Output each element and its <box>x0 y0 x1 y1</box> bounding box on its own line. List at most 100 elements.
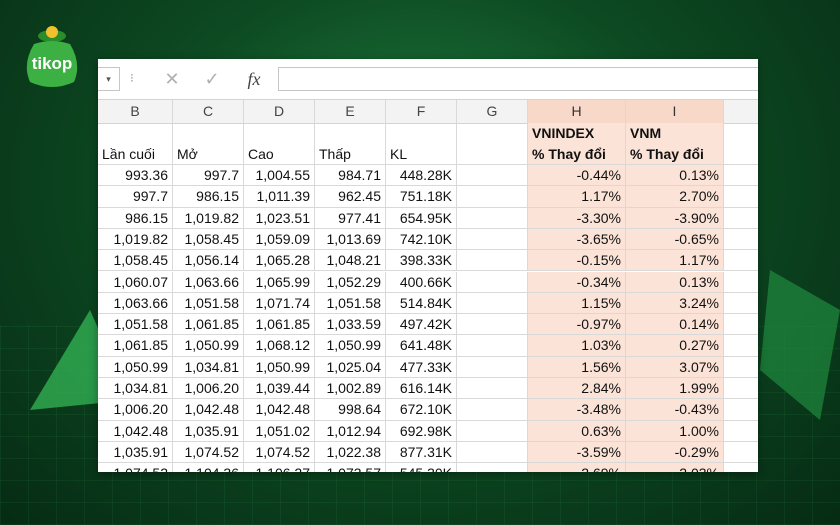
cell-c[interactable]: 1,051.58 <box>173 292 244 314</box>
cell-c[interactable]: 1,058.45 <box>173 228 244 250</box>
cell-i[interactable]: -0.29% <box>626 441 724 463</box>
cell-g[interactable] <box>457 271 528 292</box>
cell-h[interactable]: -3.65% <box>528 228 626 250</box>
cell-g[interactable] <box>457 463 528 472</box>
header-cell-g[interactable] <box>457 123 528 164</box>
cell-i[interactable]: 2.70% <box>626 186 724 207</box>
header-cell-f[interactable]: KL <box>386 123 457 164</box>
cell-g[interactable] <box>457 292 528 314</box>
cell-e[interactable]: 1,052.29 <box>315 271 386 292</box>
cell-d[interactable]: 1,065.99 <box>244 271 315 292</box>
cell-g[interactable] <box>457 250 528 271</box>
column-header-c[interactable]: C <box>173 100 244 123</box>
cell-d[interactable]: 1,039.44 <box>244 378 315 399</box>
cell-i[interactable]: -0.65% <box>626 228 724 250</box>
cell-i[interactable]: 0.13% <box>626 165 724 186</box>
cell-e[interactable]: 1,033.59 <box>315 314 386 335</box>
cell-g[interactable] <box>457 186 528 207</box>
cell-h[interactable]: -0.44% <box>528 165 626 186</box>
cell-g[interactable] <box>457 441 528 463</box>
cell-i[interactable]: 1.17% <box>626 250 724 271</box>
cell-f[interactable]: 654.95K <box>386 207 457 228</box>
header-cell-c[interactable]: Mở <box>173 123 244 164</box>
cell-i[interactable]: -2.03% <box>626 463 724 472</box>
cell-i[interactable]: -3.90% <box>626 207 724 228</box>
cell-g[interactable] <box>457 378 528 399</box>
formula-input[interactable] <box>278 67 758 91</box>
cell-c[interactable]: 1,035.91 <box>173 420 244 441</box>
cell-i[interactable]: 0.27% <box>626 335 724 356</box>
cell-d[interactable]: 1,050.99 <box>244 356 315 377</box>
cell-c[interactable]: 1,063.66 <box>173 271 244 292</box>
cell-i[interactable]: 1.99% <box>626 378 724 399</box>
column-header-g[interactable]: G <box>457 100 528 123</box>
header-cell-h[interactable]: VNINDEX % Thay đổi <box>528 123 626 164</box>
column-header-f[interactable]: F <box>386 100 457 123</box>
cell-e[interactable]: 1,051.58 <box>315 292 386 314</box>
cell-g[interactable] <box>457 356 528 377</box>
cell-c[interactable]: 1,006.20 <box>173 378 244 399</box>
cell-f[interactable]: 616.14K <box>386 378 457 399</box>
cell-f[interactable]: 477.33K <box>386 356 457 377</box>
cell-d[interactable]: 1,023.51 <box>244 207 315 228</box>
cell-i[interactable]: 3.07% <box>626 356 724 377</box>
cell-e[interactable]: 962.45 <box>315 186 386 207</box>
cell-b[interactable]: 1,019.82 <box>98 228 173 250</box>
cell-i[interactable]: 1.00% <box>626 420 724 441</box>
cell-d[interactable]: 1,068.12 <box>244 335 315 356</box>
column-header-i[interactable]: I <box>626 100 724 123</box>
cell-c[interactable]: 1,034.81 <box>173 356 244 377</box>
cell-g[interactable] <box>457 314 528 335</box>
cell-h[interactable]: 1.56% <box>528 356 626 377</box>
cell-b[interactable]: 1,050.99 <box>98 356 173 377</box>
cell-h[interactable]: -3.30% <box>528 207 626 228</box>
cell-e[interactable]: 1,022.38 <box>315 441 386 463</box>
cell-b[interactable]: 1,061.85 <box>98 335 173 356</box>
cell-e[interactable]: 1,013.69 <box>315 228 386 250</box>
cell-d[interactable]: 1,042.48 <box>244 399 315 420</box>
cell-d[interactable]: 1,059.09 <box>244 228 315 250</box>
cell-h[interactable]: -2.69% <box>528 463 626 472</box>
cell-b[interactable]: 1,006.20 <box>98 399 173 420</box>
cell-e[interactable]: 1,048.21 <box>315 250 386 271</box>
cell-e[interactable]: 1,073.57 <box>315 463 386 472</box>
cell-h[interactable]: -0.97% <box>528 314 626 335</box>
cell-g[interactable] <box>457 228 528 250</box>
cell-b[interactable]: 1,063.66 <box>98 292 173 314</box>
cell-f[interactable]: 672.10K <box>386 399 457 420</box>
cell-f[interactable]: 398.33K <box>386 250 457 271</box>
cell-e[interactable]: 1,002.89 <box>315 378 386 399</box>
cell-h[interactable]: 1.17% <box>528 186 626 207</box>
cell-d[interactable]: 1,011.39 <box>244 186 315 207</box>
cell-g[interactable] <box>457 420 528 441</box>
header-cell-d[interactable]: Cao <box>244 123 315 164</box>
cell-i[interactable]: 3.24% <box>626 292 724 314</box>
header-cell-b[interactable]: Lần cuối <box>98 123 173 164</box>
cell-c[interactable]: 1,104.36 <box>173 463 244 472</box>
cell-h[interactable]: 0.63% <box>528 420 626 441</box>
cell-g[interactable] <box>457 399 528 420</box>
cell-c[interactable]: 1,042.48 <box>173 399 244 420</box>
cell-h[interactable]: 2.84% <box>528 378 626 399</box>
cell-b[interactable]: 1,035.91 <box>98 441 173 463</box>
cell-b[interactable]: 993.36 <box>98 165 173 186</box>
cell-h[interactable]: -3.48% <box>528 399 626 420</box>
cell-h[interactable]: 1.03% <box>528 335 626 356</box>
cell-b[interactable]: 1,058.45 <box>98 250 173 271</box>
cell-e[interactable]: 998.64 <box>315 399 386 420</box>
cell-c[interactable]: 1,061.85 <box>173 314 244 335</box>
column-header-b[interactable]: B <box>98 100 173 123</box>
column-header-e[interactable]: E <box>315 100 386 123</box>
cell-d[interactable]: 1,065.28 <box>244 250 315 271</box>
cancel-icon[interactable]: ✕ <box>158 67 186 91</box>
cell-f[interactable]: 400.66K <box>386 271 457 292</box>
cell-b[interactable]: 1,034.81 <box>98 378 173 399</box>
enter-check-icon[interactable]: ✓ <box>198 67 226 91</box>
cell-g[interactable] <box>457 207 528 228</box>
cell-d[interactable]: 1,074.52 <box>244 441 315 463</box>
cell-c[interactable]: 1,019.82 <box>173 207 244 228</box>
cell-c[interactable]: 986.15 <box>173 186 244 207</box>
cell-b[interactable]: 997.7 <box>98 186 173 207</box>
cell-f[interactable]: 751.18K <box>386 186 457 207</box>
cell-e[interactable]: 1,025.04 <box>315 356 386 377</box>
